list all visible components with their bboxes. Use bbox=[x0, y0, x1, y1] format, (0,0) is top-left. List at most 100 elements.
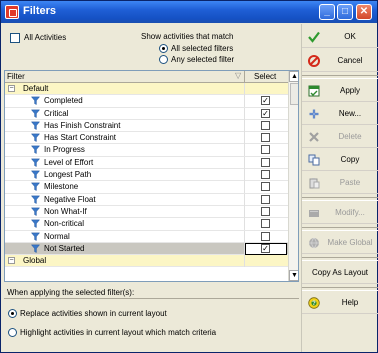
filter-row[interactable]: Non-critical bbox=[5, 218, 288, 231]
select-checkbox[interactable] bbox=[261, 182, 270, 192]
delete-button-label: Delete bbox=[338, 132, 362, 141]
match-all-label: All selected filters bbox=[171, 44, 234, 53]
filter-row[interactable]: Non What-If bbox=[5, 205, 288, 219]
filter-row[interactable]: Milestone bbox=[5, 181, 288, 194]
filter-name: Normal bbox=[44, 231, 70, 241]
select-checkbox[interactable] bbox=[261, 231, 270, 241]
match-any-radio[interactable] bbox=[159, 55, 168, 64]
filter-row[interactable]: In Progress bbox=[5, 144, 288, 157]
filter-grid: Filter ▽ Select − Default Completed ✓ Critic… bbox=[4, 70, 299, 282]
cell-divider bbox=[244, 119, 245, 132]
cell-divider bbox=[244, 107, 245, 120]
vertical-scrollbar[interactable]: ▲ ▼ bbox=[288, 71, 298, 281]
grid-header: Filter ▽ Select bbox=[5, 71, 288, 83]
filter-funnel-icon bbox=[30, 219, 41, 229]
filter-name: Has Finish Constraint bbox=[44, 120, 121, 130]
delete-button[interactable]: Delete bbox=[302, 126, 378, 148]
help-button[interactable]: ? Help bbox=[302, 292, 378, 314]
filter-name: Has Start Constraint bbox=[44, 133, 117, 143]
filter-funnel-icon bbox=[30, 170, 41, 179]
filter-row[interactable]: Negative Float bbox=[5, 193, 288, 206]
scroll-up-arrow-icon[interactable]: ▲ bbox=[289, 71, 298, 82]
select-checkbox[interactable] bbox=[261, 133, 270, 143]
cell-divider bbox=[244, 205, 245, 218]
all-activities-checkbox[interactable] bbox=[10, 33, 20, 43]
filter-row[interactable]: Has Finish Constraint bbox=[5, 119, 288, 133]
filter-funnel-icon bbox=[30, 96, 41, 106]
collapse-toggle-icon[interactable]: − bbox=[8, 85, 15, 92]
filter-funnel-icon bbox=[30, 232, 41, 241]
button-divider bbox=[302, 75, 378, 79]
filter-row[interactable]: Longest Path bbox=[5, 169, 288, 182]
filter-name: Negative Float bbox=[44, 194, 96, 204]
cell-divider bbox=[244, 169, 245, 182]
select-checkbox[interactable] bbox=[261, 206, 270, 216]
help-icon: ? bbox=[308, 297, 320, 309]
apply-button-label: Apply bbox=[339, 86, 360, 95]
new-button[interactable]: New... bbox=[302, 103, 378, 125]
group-name: Default bbox=[23, 84, 49, 93]
scroll-down-arrow-icon[interactable]: ▼ bbox=[289, 270, 298, 281]
match-all-radio[interactable] bbox=[159, 44, 168, 53]
apply-options-heading-bar: When applying the selected filter(s): bbox=[4, 285, 299, 299]
checkmark-icon bbox=[308, 31, 320, 43]
select-checkbox[interactable] bbox=[261, 157, 270, 167]
grid-rows: − Default Completed ✓ Critical ✓ Has Finish Co… bbox=[5, 83, 288, 268]
delete-x-icon bbox=[309, 132, 319, 142]
paste-button-label: Paste bbox=[339, 178, 361, 187]
select-checkbox[interactable] bbox=[261, 170, 270, 180]
ok-button[interactable]: OK bbox=[302, 26, 378, 48]
column-divider[interactable] bbox=[244, 71, 245, 83]
select-checkbox[interactable] bbox=[261, 120, 270, 130]
select-checkbox[interactable]: ✓ bbox=[261, 243, 270, 253]
copy-icon bbox=[308, 154, 320, 166]
cancel-icon bbox=[308, 55, 320, 67]
select-checkbox[interactable]: ✓ bbox=[261, 96, 270, 106]
filter-name: Critical bbox=[44, 108, 69, 118]
group-name: Global bbox=[23, 256, 47, 266]
copy-button-label: Copy bbox=[340, 155, 360, 164]
filter-funnel-icon bbox=[30, 244, 41, 253]
filter-row[interactable]: Not Started ✓ bbox=[5, 242, 288, 256]
select-checkbox[interactable] bbox=[261, 145, 270, 155]
new-button-label: New... bbox=[338, 109, 362, 118]
modify-button[interactable]: Modify... bbox=[302, 202, 378, 224]
button-divider bbox=[302, 227, 378, 231]
globe-icon bbox=[309, 237, 319, 249]
cancel-button[interactable]: Cancel bbox=[302, 50, 378, 72]
replace-activities-label: Replace activities shown in current layo… bbox=[20, 309, 167, 318]
close-button[interactable]: ✕ bbox=[356, 4, 372, 20]
filter-column-header[interactable]: Filter bbox=[7, 72, 25, 81]
scroll-thumb[interactable] bbox=[290, 83, 298, 105]
select-checkbox[interactable] bbox=[261, 219, 270, 229]
highlight-activities-radio[interactable] bbox=[8, 328, 17, 337]
group-row[interactable]: − Global bbox=[5, 255, 288, 268]
filter-row[interactable]: Critical ✓ bbox=[5, 107, 288, 120]
filter-row[interactable]: Normal bbox=[5, 230, 288, 243]
filter-funnel-icon bbox=[30, 109, 41, 118]
select-column-header[interactable]: Select bbox=[254, 72, 276, 81]
button-divider bbox=[302, 197, 378, 201]
copy-button[interactable]: Copy bbox=[302, 149, 378, 171]
copy-as-layout-button[interactable]: Copy As Layout bbox=[302, 262, 378, 284]
filter-row[interactable]: Has Start Constraint bbox=[5, 132, 288, 145]
replace-activities-radio[interactable] bbox=[8, 309, 17, 318]
window-title: Filters bbox=[23, 5, 57, 17]
make-global-button[interactable]: Make Global bbox=[302, 232, 378, 254]
make-global-button-label: Make Global bbox=[327, 238, 373, 247]
cell-divider bbox=[244, 132, 245, 145]
app-icon bbox=[5, 5, 19, 19]
maximize-button[interactable]: □ bbox=[337, 4, 353, 20]
paste-button[interactable]: Paste bbox=[302, 172, 378, 194]
select-checkbox[interactable]: ✓ bbox=[261, 108, 270, 118]
select-checkbox[interactable] bbox=[261, 194, 270, 204]
filter-funnel-icon bbox=[30, 145, 41, 155]
collapse-toggle-icon[interactable]: − bbox=[8, 257, 15, 265]
apply-button[interactable]: Apply bbox=[302, 80, 378, 102]
filter-row[interactable]: Level of Effort bbox=[5, 156, 288, 170]
filter-funnel-icon bbox=[30, 133, 41, 143]
minimize-button[interactable]: _ bbox=[319, 4, 335, 20]
filter-row[interactable]: Completed ✓ bbox=[5, 95, 288, 108]
filter-name: Longest Path bbox=[44, 170, 92, 180]
group-row[interactable]: − Default bbox=[5, 83, 288, 96]
